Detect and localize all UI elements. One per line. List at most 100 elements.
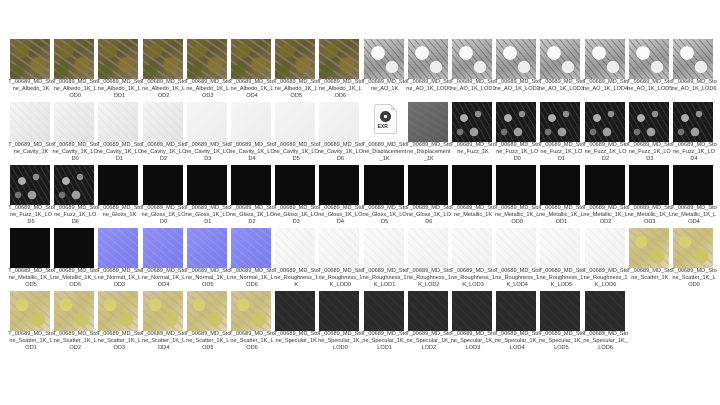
file-item[interactable]: T_00689_MD_Stone_Gloss_1K_LOD4 bbox=[317, 165, 363, 225]
file-item[interactable]: T_00689_MD_Stone_Fuzz_1K_LOD4 bbox=[671, 102, 717, 162]
page-fold-icon bbox=[390, 104, 397, 110]
file-item[interactable]: T_00689_MD_Stone_Specular_1K bbox=[273, 291, 319, 351]
file-item[interactable]: T_00689_MD_Stone_Normal_1K_LOD3 bbox=[96, 228, 142, 288]
file-item[interactable]: T_00689_MD_Stone_Metallic_1K_LOD1 bbox=[538, 165, 585, 225]
file-item[interactable]: T_00689_MD_Stone_Albedo_1K_LOD3 bbox=[185, 39, 231, 99]
file-item[interactable]: T_00689_MD_Stone_Cavity_1K_LOD2 bbox=[141, 102, 186, 162]
file-name-label: T_00689_MD_Stone_Displacement_1K bbox=[406, 142, 452, 162]
file-item[interactable]: T_00689_MD_Stone_Metallic_1K_LOD0 bbox=[494, 165, 540, 225]
file-item[interactable]: T_00689_MD_Stone_Roughness_1K_LOD3 bbox=[450, 228, 496, 288]
thumbnail bbox=[628, 228, 669, 268]
file-item[interactable]: T_00689_MD_Stone_Albedo_1K_LOD6 bbox=[317, 39, 363, 99]
file-item[interactable]: T_00689_MD_Stone_Cavity_1K_LOD4 bbox=[229, 102, 275, 162]
file-item[interactable]: T_00689_MD_Stone_Scatter_1K_LOD3 bbox=[96, 291, 142, 351]
file-item[interactable]: T_00689_MD_Stone_Cavity_1K_LOD3 bbox=[185, 102, 231, 162]
file-item[interactable]: T_00689_MD_Stone_AO_1K_LOD2 bbox=[494, 39, 540, 99]
file-item[interactable]: T_00689_MD_Stone_Specular_1K_LOD1 bbox=[362, 291, 407, 351]
file-item[interactable]: T_00689_MD_Stone_Scatter_1K_LOD1 bbox=[8, 291, 54, 351]
file-name-label: T_00689_MD_Stone_Displacement_1K bbox=[361, 142, 408, 162]
file-item[interactable]: T_00689_MD_Stone_Gloss_1K_LOD6 bbox=[406, 165, 452, 225]
file-item[interactable]: T_00689_MD_Stone_Gloss_1K bbox=[96, 165, 142, 225]
file-item[interactable]: T_00689_MD_Stone_Fuzz_1K_LOD2 bbox=[583, 102, 628, 162]
file-item[interactable]: T_00689_MD_Stone_AO_1K_LOD1 bbox=[450, 39, 496, 99]
file-item[interactable]: T_00689_MD_Stone_Scatter_1K_LOD5 bbox=[185, 291, 231, 351]
file-type-badge: EXR bbox=[377, 124, 388, 130]
file-name-label: T_00689_MD_Stone_Metallic_1K_LOD6 bbox=[52, 268, 98, 288]
file-item[interactable]: T_00689_MD_Stone_Specular_1K_LOD4 bbox=[494, 291, 540, 351]
file-item[interactable]: T_00689_MD_Stone_Fuzz_1K_LOD5 bbox=[8, 165, 54, 225]
file-item[interactable]: T_00689_MD_Stone_AO_1K_LOD5 bbox=[627, 39, 673, 99]
file-item[interactable]: T_00689_MD_Stone_Roughness_1K_LOD5 bbox=[538, 228, 584, 288]
file-item[interactable]: T_00689_MD_Stone_Fuzz_1K bbox=[450, 102, 496, 162]
file-item[interactable]: T_00689_MD_Stone_Gloss_1K_LOD2 bbox=[229, 165, 275, 225]
file-item[interactable]: T_00689_MD_Stone_Fuzz_1K_LOD6 bbox=[52, 165, 98, 225]
file-item[interactable]: T_00689_MD_Stone_Albedo_1K_LOD5 bbox=[273, 39, 319, 99]
file-item[interactable]: T_00689_MD_Stone_Normal_1K_LOD6 bbox=[229, 228, 275, 288]
file-item[interactable]: T_00689_MD_Stone_Albedo_1K_LOD0 bbox=[52, 39, 98, 99]
file-item[interactable]: T_00689_MD_Stone_Scatter_1K_LOD0 bbox=[671, 228, 717, 288]
thumbnail bbox=[673, 228, 713, 268]
file-item[interactable]: T_00689_MD_Stone_Specular_1K_LOD2 bbox=[406, 291, 452, 351]
file-item[interactable]: T_00689_MD_Stone_Specular_1K_LOD3 bbox=[450, 291, 496, 351]
file-item[interactable]: T_00689_MD_Stone_Metallic_1K_LOD5 bbox=[8, 228, 54, 288]
file-name-label: T_00689_MD_Stone_Fuzz_1K_LOD3 bbox=[627, 142, 673, 162]
file-item[interactable]: T_00689_MD_Stone_Metallic_1K bbox=[450, 165, 496, 225]
file-item[interactable]: T_00689_MD_Stone_Albedo_1K bbox=[8, 39, 54, 99]
thumbnail bbox=[10, 165, 50, 205]
file-item[interactable]: T_00689_MD_Stone_Metallic_1K_LOD2 bbox=[583, 165, 628, 225]
file-item[interactable]: T_00689_MD_Stone_AO_1K_LOD6 bbox=[671, 39, 717, 99]
file-item[interactable]: T_00689_MD_Stone_Displacement_1K bbox=[406, 102, 452, 162]
file-item[interactable]: T_00689_MD_Stone_Metallic_1K_LOD6 bbox=[52, 228, 98, 288]
thumbnail bbox=[319, 39, 360, 79]
file-item[interactable]: T_00689_MD_Stone_Fuzz_1K_LOD1 bbox=[538, 102, 584, 162]
file-item[interactable]: T_00689_MD_Stone_Cavity_1K_LOD1 bbox=[96, 102, 142, 162]
file-item[interactable]: T_00689_MD_Stone_Cavity_1K_LOD0 bbox=[52, 102, 98, 162]
file-item[interactable]: T_00689_MD_Stone_Specular_1K_LOD6 bbox=[583, 291, 628, 351]
file-item[interactable]: T_00689_MD_Stone_Gloss_1K_LOD1 bbox=[185, 165, 231, 225]
file-item[interactable]: T_00689_MD_Stone_Specular_1K_LOD5 bbox=[538, 291, 584, 351]
file-item[interactable]: EXR T_00689_MD_Stone_Displacement_1K bbox=[361, 102, 408, 162]
file-item[interactable]: T_00689_MD_Stone_Scatter_1K_LOD6 bbox=[229, 291, 275, 351]
file-item[interactable]: T_00689_MD_Stone_Scatter_1K_LOD4 bbox=[141, 291, 186, 351]
thumbnail bbox=[54, 165, 95, 205]
file-item[interactable]: T_00689_MD_Stone_Gloss_1K_LOD3 bbox=[273, 165, 319, 225]
file-item[interactable]: T_00689_MD_Stone_Roughness_1K bbox=[273, 228, 319, 288]
file-item[interactable]: T_00689_MD_Stone_Fuzz_1K_LOD0 bbox=[494, 102, 540, 162]
file-item[interactable]: T_00689_MD_Stone_Normal_1K_LOD5 bbox=[185, 228, 231, 288]
file-item[interactable]: T_00689_MD_Stone_Metallic_1K_LOD3 bbox=[627, 165, 673, 225]
file-name-label: T_00689_MD_Stone_Gloss_1K_LOD3 bbox=[273, 205, 319, 225]
file-item[interactable]: T_00689_MD_Stone_Fuzz_1K_LOD3 bbox=[627, 102, 673, 162]
file-name-label: T_00689_MD_Stone_Cavity_1K_LOD0 bbox=[52, 142, 98, 162]
thumbnail bbox=[452, 228, 492, 268]
file-name-label: T_00689_MD_Stone_AO_1K_LOD2 bbox=[494, 79, 540, 92]
file-item[interactable]: T_00689_MD_Stone_Albedo_1K_LOD1 bbox=[96, 39, 142, 99]
thumbnail bbox=[54, 291, 95, 331]
file-item[interactable]: T_00689_MD_Stone_AO_1K_LOD4 bbox=[583, 39, 628, 99]
file-name-label: T_00689_MD_Stone_AO_1K bbox=[361, 79, 408, 92]
thumbnail bbox=[452, 102, 492, 142]
file-item[interactable]: T_00689_MD_Stone_AO_1K_LOD0 bbox=[406, 39, 452, 99]
file-item[interactable]: T_00689_MD_Stone_Cavity_1K bbox=[8, 102, 54, 162]
file-item[interactable]: T_00689_MD_Stone_AO_1K bbox=[361, 39, 408, 99]
file-item[interactable]: T_00689_MD_Stone_Cavity_1K_LOD6 bbox=[317, 102, 363, 162]
thumbnail bbox=[231, 291, 271, 331]
file-item[interactable]: T_00689_MD_Stone_Roughness_1K_LOD2 bbox=[406, 228, 452, 288]
file-item[interactable]: T_00689_MD_Stone_Albedo_1K_LOD4 bbox=[229, 39, 275, 99]
file-item[interactable]: T_00689_MD_Stone_Roughness_1K_LOD6 bbox=[583, 228, 628, 288]
file-name-label: T_00689_MD_Stone_Metallic_1K_LOD1 bbox=[538, 205, 585, 225]
file-item[interactable]: T_00689_MD_Stone_Albedo_1K_LOD2 bbox=[141, 39, 186, 99]
thumbnail bbox=[673, 102, 713, 142]
file-item[interactable]: T_00689_MD_Stone_Gloss_1K_LOD0 bbox=[141, 165, 186, 225]
file-item[interactable]: T_00689_MD_Stone_Scatter_1K_LOD2 bbox=[52, 291, 98, 351]
file-item[interactable]: T_00689_MD_Stone_Roughness_1K_LOD1 bbox=[362, 228, 407, 288]
file-item[interactable]: T_00689_MD_Stone_Scatter_1K bbox=[627, 228, 673, 288]
file-item[interactable]: T_00689_MD_Stone_Roughness_1K_LOD0 bbox=[317, 228, 363, 288]
file-item[interactable]: T_00689_MD_Stone_Roughness_1K_LOD4 bbox=[494, 228, 540, 288]
file-item[interactable]: T_00689_MD_Stone_Gloss_1K_LOD5 bbox=[362, 165, 407, 225]
file-item[interactable]: T_00689_MD_Stone_Cavity_1K_LOD5 bbox=[273, 102, 319, 162]
file-item[interactable]: T_00689_MD_Stone_Normal_1K_LOD4 bbox=[141, 228, 186, 288]
file-item[interactable]: T_00689_MD_Stone_AO_1K_LOD3 bbox=[538, 39, 584, 99]
file-item[interactable]: T_00689_MD_Stone_Metallic_1K_LOD4 bbox=[671, 165, 717, 225]
file-item[interactable]: T_00689_MD_Stone_Specular_1K_LOD0 bbox=[317, 291, 363, 351]
thumbnail bbox=[540, 291, 581, 331]
